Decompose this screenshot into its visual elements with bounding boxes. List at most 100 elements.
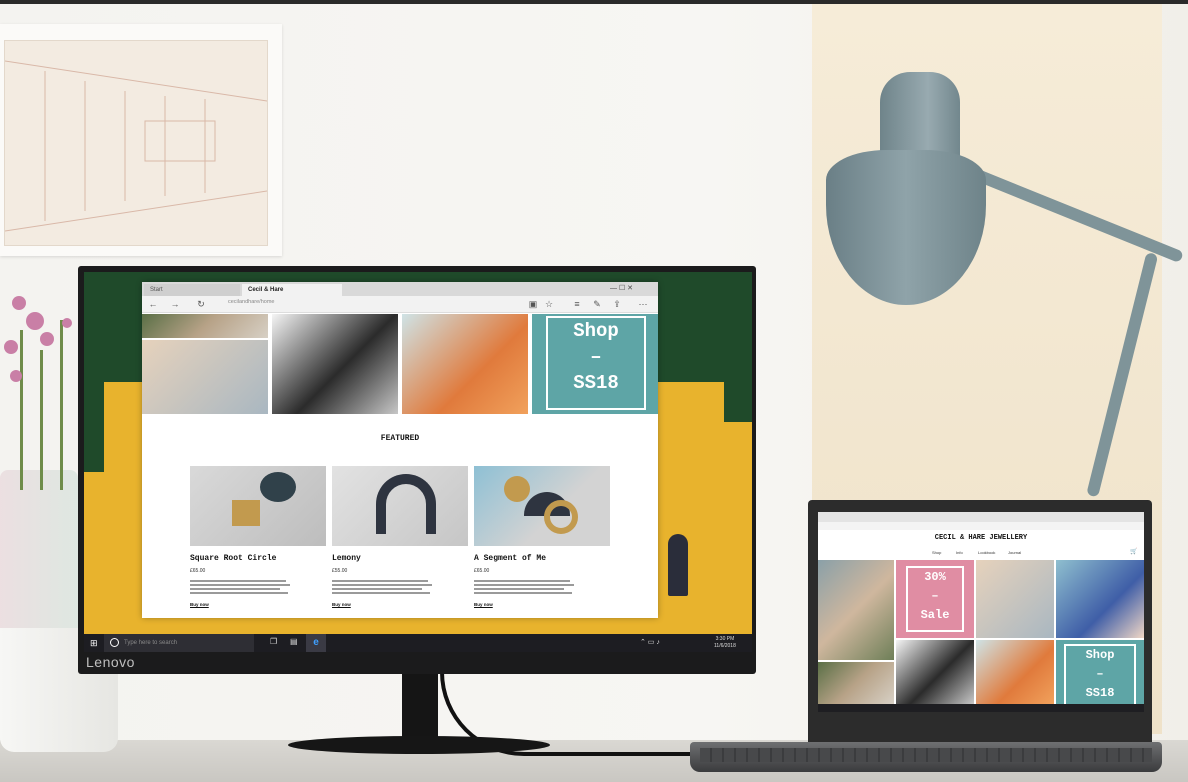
product-shape	[260, 472, 296, 502]
clock[interactable]: 3:30 PM 11/6/2018	[714, 636, 736, 650]
monitor-stand-neck	[402, 672, 438, 746]
edge-icon[interactable]: e	[306, 634, 326, 652]
browser-window: Start Cecil & Hare — ☐ ✕ ← → ↻ cecilandh…	[142, 282, 658, 618]
laptop-nav-info[interactable]: Info	[956, 550, 963, 555]
walking-person	[668, 534, 688, 596]
favorite-star-icon[interactable]: ☆	[542, 296, 556, 312]
shop-line1: Shop	[573, 320, 619, 342]
laptop-browser-chrome	[818, 512, 1144, 522]
more-menu-icon[interactable]: ⋯	[636, 296, 650, 312]
sale-frame: 30% – Sale	[906, 566, 964, 632]
product-shape	[504, 476, 530, 502]
monitor-brand-logo: Lenovo	[86, 654, 135, 670]
laptop-photo-wall	[976, 560, 1054, 638]
laptop-address-bar	[818, 522, 1144, 530]
flower-stem	[20, 330, 23, 490]
buy-now-link[interactable]: Buy now	[332, 602, 351, 607]
product-price: £65.00	[474, 568, 490, 574]
hero-photo-shop	[142, 340, 268, 414]
sale-line2: –	[931, 589, 939, 603]
sketch-lines	[4, 60, 268, 232]
flower	[26, 312, 44, 330]
forward-arrow-icon[interactable]: →	[168, 296, 182, 312]
product-image-square-root[interactable]	[190, 466, 326, 546]
product-title[interactable]: Square Root Circle	[190, 554, 276, 563]
task-view-icon[interactable]: ❐	[270, 637, 277, 646]
product-shape	[232, 500, 260, 526]
flower	[4, 340, 18, 354]
product-price: £55.00	[332, 568, 348, 574]
hero-photo-plants	[142, 314, 268, 338]
sale-line1: 30%	[924, 570, 946, 584]
wallpaper-green	[724, 382, 752, 422]
url-field[interactable]: cecilandhare/home	[228, 299, 274, 305]
product-title[interactable]: A Segment of Me	[474, 554, 546, 563]
product-image-segment[interactable]	[474, 466, 610, 546]
featured-heading: FEATURED	[380, 434, 420, 443]
store-icon[interactable]: ▤	[290, 637, 298, 646]
laptop-photo-leaves	[976, 640, 1054, 704]
laptop-nav-journal[interactable]: Journal	[1008, 550, 1021, 555]
laptop-keyboard	[700, 748, 1152, 762]
tab-cecil-hare[interactable]: Cecil & Hare	[242, 284, 342, 296]
product-shape	[376, 474, 436, 534]
flower	[62, 318, 72, 328]
buy-now-link[interactable]: Buy now	[190, 602, 209, 607]
taskbar: ⊞ Type here to search ❐ ▤ e ⌃ ▭ ♪ 3:30 P…	[84, 634, 752, 652]
product-image-lemony[interactable]	[332, 466, 468, 546]
flower-stem	[40, 350, 43, 490]
product-description	[474, 580, 574, 594]
laptop-site-title: CECIL & HARE JEWELLERY	[934, 534, 1028, 542]
laptop-shop-line3: SS18	[1085, 686, 1115, 700]
sale-banner[interactable]: 30% – Sale	[896, 560, 974, 638]
laptop-photo-store	[818, 662, 894, 704]
hub-icon[interactable]: ≡	[570, 296, 584, 312]
clock-time: 3:30 PM	[715, 636, 735, 642]
flower-stem	[60, 320, 63, 490]
laptop-shop-ss18-banner[interactable]: Shop – SS18	[1056, 640, 1144, 704]
flower	[10, 370, 22, 382]
product-description	[190, 580, 290, 594]
laptop-shop-frame: Shop – SS18	[1064, 644, 1136, 704]
taskbar-search[interactable]: Type here to search	[104, 634, 254, 652]
product-price: £65.00	[190, 568, 206, 574]
refresh-icon[interactable]: ↻	[194, 296, 208, 312]
window-controls[interactable]: — ☐ ✕	[610, 284, 633, 292]
hero-photo-leaves	[402, 314, 528, 414]
product-title[interactable]: Lemony	[332, 554, 361, 563]
shop-ss18-banner[interactable]: Shop – SS18	[532, 314, 658, 414]
laptop-photo-couple	[818, 560, 894, 660]
cart-icon[interactable]: 🛒	[1130, 548, 1137, 555]
tab-start[interactable]: Start	[144, 284, 240, 296]
laptop-nav-shop[interactable]: Shop	[932, 550, 941, 555]
laptop-nav-lookbook[interactable]: Lookbook	[978, 550, 995, 555]
laptop-screen: CECIL & HARE JEWELLERY Shop Info Lookboo…	[818, 512, 1144, 704]
clock-date: 11/6/2018	[714, 643, 736, 649]
wallpaper-green	[84, 382, 104, 472]
share-icon[interactable]: ⇪	[610, 296, 624, 312]
buy-now-link[interactable]: Buy now	[474, 602, 493, 607]
laptop-shop-line2: –	[1096, 667, 1104, 681]
product-description	[332, 580, 432, 594]
shop-line2: –	[590, 346, 602, 368]
back-arrow-icon[interactable]: ←	[146, 296, 160, 312]
glass-vase	[0, 470, 78, 635]
shop-ss18-frame: Shop – SS18	[546, 316, 646, 410]
wall-art-sketch	[4, 40, 268, 246]
cortana-icon[interactable]	[110, 638, 119, 647]
windows-start-icon[interactable]: ⊞	[90, 638, 98, 648]
laptop-taskbar	[818, 704, 1144, 712]
laptop-photo-fashion	[896, 640, 974, 704]
reading-view-icon[interactable]: ▣	[526, 296, 540, 312]
flower	[40, 332, 54, 346]
monitor-stand-base	[288, 736, 550, 754]
laptop-photo-model	[1056, 560, 1144, 638]
sale-line3: Sale	[920, 608, 950, 622]
flower	[12, 296, 26, 310]
shop-line3: SS18	[573, 372, 619, 394]
laptop-shop-line1: Shop	[1085, 648, 1115, 662]
hero-photo-model	[272, 314, 398, 414]
product-shape	[544, 500, 578, 534]
notes-icon[interactable]: ✎	[590, 296, 604, 312]
system-tray-icons[interactable]: ⌃ ▭ ♪	[640, 638, 660, 646]
